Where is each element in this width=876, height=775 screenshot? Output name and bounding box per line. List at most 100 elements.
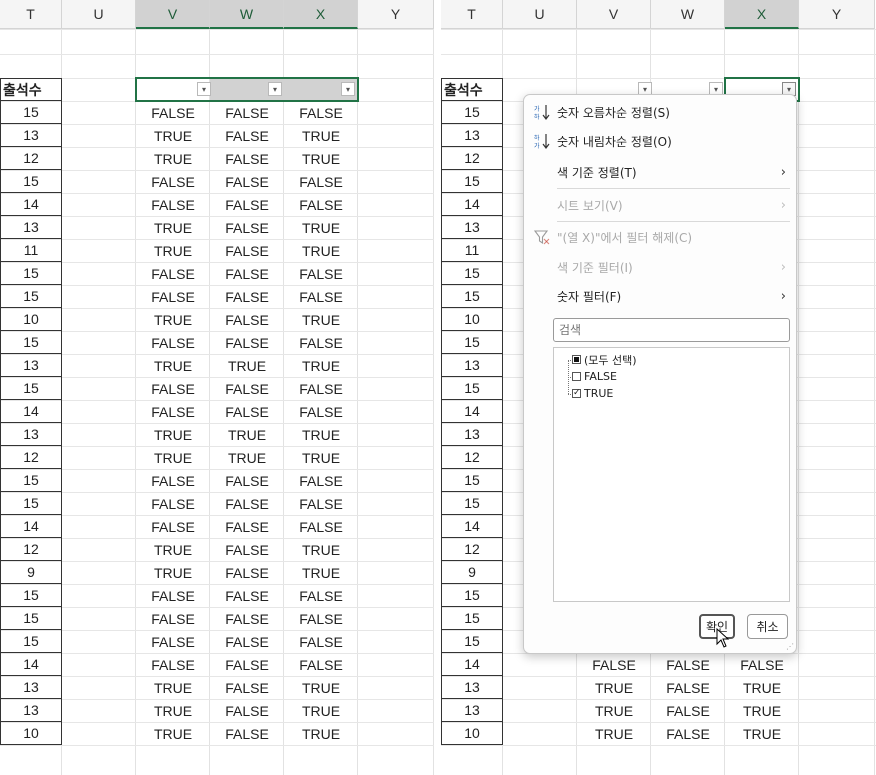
col-v-cell[interactable]: FALSE (136, 492, 210, 515)
col-w-cell[interactable]: FALSE (651, 699, 725, 722)
column-header-y[interactable]: Y (799, 0, 875, 29)
col-v-cell[interactable]: FALSE (136, 515, 210, 538)
attendance-cell[interactable]: 15 (0, 584, 62, 607)
col-x-cell[interactable]: FALSE (284, 607, 358, 630)
col-x-cell[interactable]: TRUE (725, 699, 799, 722)
col-v-cell[interactable]: TRUE (136, 124, 210, 147)
cancel-button[interactable]: 취소 (747, 614, 788, 639)
col-w-cell[interactable]: FALSE (651, 722, 725, 745)
col-x-cell[interactable]: FALSE (284, 262, 358, 285)
filter-item-select-all[interactable]: (모두 선택) (572, 351, 637, 368)
attendance-cell[interactable]: 15 (0, 170, 62, 193)
filter-search-input[interactable] (553, 318, 790, 342)
column-header-v[interactable]: V (136, 0, 210, 29)
attendance-cell[interactable]: 14 (441, 193, 503, 216)
col-x-cell[interactable]: FALSE (284, 170, 358, 193)
attendance-cell[interactable]: 9 (441, 561, 503, 584)
col-v-cell[interactable]: FALSE (136, 285, 210, 308)
col-v-cell[interactable]: TRUE (136, 354, 210, 377)
attendance-cell[interactable]: 14 (0, 193, 62, 216)
col-v-cell[interactable]: TRUE (136, 423, 210, 446)
column-header-t[interactable]: T (441, 0, 503, 29)
col-x-cell[interactable]: FALSE (284, 377, 358, 400)
col-v-cell[interactable]: FALSE (136, 331, 210, 354)
attendance-cell[interactable]: 13 (0, 216, 62, 239)
col-x-cell[interactable]: FALSE (284, 193, 358, 216)
col-w-cell[interactable]: FALSE (210, 584, 284, 607)
col-w-cell[interactable]: FALSE (210, 124, 284, 147)
attendance-cell[interactable]: 13 (0, 354, 62, 377)
resize-grip-icon[interactable]: ⋰ (786, 642, 794, 651)
col-x-cell[interactable]: FALSE (284, 653, 358, 676)
attendance-cell[interactable]: 15 (0, 331, 62, 354)
col-v-cell[interactable]: FALSE (577, 653, 651, 676)
column-header-x[interactable]: X (284, 0, 358, 29)
col-w-cell[interactable]: FALSE (210, 653, 284, 676)
col-x-cell[interactable]: TRUE (284, 699, 358, 722)
column-header-y[interactable]: Y (358, 0, 434, 29)
col-v-cell[interactable]: TRUE (136, 239, 210, 262)
col-v-cell[interactable]: TRUE (136, 561, 210, 584)
col-v-cell[interactable]: TRUE (136, 308, 210, 331)
attendance-cell[interactable]: 15 (441, 607, 503, 630)
attendance-cell[interactable]: 14 (441, 653, 503, 676)
col-v-cell[interactable]: TRUE (136, 699, 210, 722)
col-x-cell[interactable]: TRUE (284, 446, 358, 469)
col-x-cell[interactable]: FALSE (284, 515, 358, 538)
attendance-cell[interactable]: 10 (0, 308, 62, 331)
col-w-cell[interactable]: FALSE (210, 561, 284, 584)
attendance-cell[interactable]: 15 (0, 101, 62, 124)
col-w-cell[interactable]: FALSE (210, 262, 284, 285)
col-w-cell[interactable]: TRUE (210, 446, 284, 469)
col-w-cell[interactable]: FALSE (210, 101, 284, 124)
attendance-cell[interactable]: 15 (441, 630, 503, 653)
filter-item-false[interactable]: FALSE (572, 368, 617, 385)
col-v-cell[interactable]: TRUE (136, 676, 210, 699)
checkbox-partial-icon[interactable] (572, 355, 581, 364)
col-x-cell[interactable]: TRUE (284, 147, 358, 170)
column-header-v[interactable]: V (577, 0, 651, 29)
col-x-cell[interactable]: FALSE (284, 331, 358, 354)
col-v-cell[interactable]: FALSE (136, 262, 210, 285)
col-x-cell[interactable]: FALSE (284, 492, 358, 515)
attendance-cell[interactable]: 15 (0, 469, 62, 492)
col-x-cell[interactable]: TRUE (284, 308, 358, 331)
attendance-header-cell[interactable]: 출석수 (441, 78, 503, 101)
col-w-cell[interactable]: FALSE (210, 722, 284, 745)
col-w-cell[interactable]: FALSE (210, 377, 284, 400)
col-w-cell[interactable]: FALSE (210, 308, 284, 331)
attendance-cell[interactable]: 14 (441, 400, 503, 423)
checkbox-checked-icon[interactable]: ✓ (572, 389, 581, 398)
col-w-cell[interactable]: FALSE (210, 607, 284, 630)
col-v-cell[interactable]: FALSE (136, 584, 210, 607)
col-w-cell[interactable]: FALSE (210, 676, 284, 699)
col-w-cell[interactable]: FALSE (210, 630, 284, 653)
checkbox-unchecked-icon[interactable] (572, 372, 581, 381)
filter-item-true[interactable]: ✓ TRUE (572, 385, 613, 402)
col-v-cell[interactable]: TRUE (136, 147, 210, 170)
col-x-cell[interactable]: FALSE (284, 469, 358, 492)
attendance-cell[interactable]: 14 (0, 400, 62, 423)
col-x-cell[interactable]: FALSE (284, 101, 358, 124)
sort-ascending-item[interactable]: 가 하 숫자 오름차순 정렬(S) (524, 99, 796, 125)
col-w-cell[interactable]: FALSE (210, 170, 284, 193)
attendance-cell[interactable]: 15 (441, 492, 503, 515)
col-x-cell[interactable]: TRUE (725, 676, 799, 699)
attendance-cell[interactable]: 11 (0, 239, 62, 262)
col-w-cell[interactable]: FALSE (210, 515, 284, 538)
attendance-cell[interactable]: 10 (441, 308, 503, 331)
col-x-cell[interactable]: TRUE (284, 124, 358, 147)
col-x-cell[interactable]: FALSE (284, 584, 358, 607)
col-v-cell[interactable]: TRUE (136, 722, 210, 745)
column-header-t[interactable]: T (0, 0, 62, 29)
attendance-cell[interactable]: 15 (441, 584, 503, 607)
attendance-cell[interactable]: 13 (0, 124, 62, 147)
col-w-cell[interactable]: FALSE (651, 676, 725, 699)
attendance-cell[interactable]: 10 (441, 722, 503, 745)
attendance-cell[interactable]: 13 (0, 699, 62, 722)
attendance-cell[interactable]: 13 (441, 423, 503, 446)
col-w-cell[interactable]: TRUE (210, 423, 284, 446)
attendance-cell[interactable]: 15 (0, 630, 62, 653)
col-w-cell[interactable]: FALSE (651, 653, 725, 676)
col-x-cell[interactable]: TRUE (284, 354, 358, 377)
